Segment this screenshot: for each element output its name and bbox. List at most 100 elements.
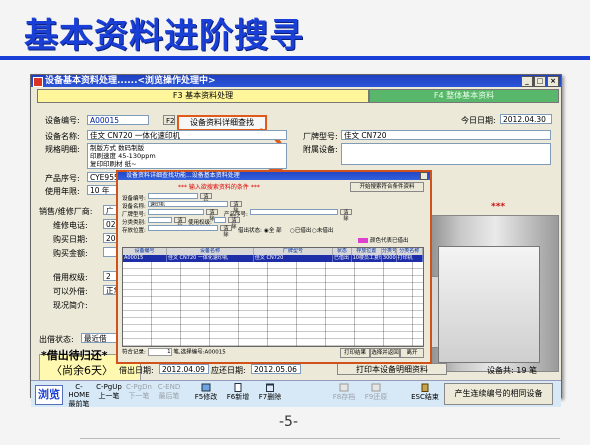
undo-icon bbox=[371, 383, 381, 392]
table-row[interactable]: A00015 佳文 CN720 一体化速印机 佳文 CN720 已借出 10楼员… bbox=[123, 255, 423, 262]
phone-field[interactable]: 020 bbox=[103, 219, 117, 229]
years-field[interactable]: 10 年 bbox=[87, 185, 117, 195]
clear-button[interactable]: 清除 bbox=[174, 217, 186, 230]
minimize-button[interactable]: _ bbox=[521, 76, 533, 87]
first-record-button[interactable]: C-HOME 最前笔 bbox=[65, 383, 93, 408]
toolbar-label: F8存档 bbox=[332, 393, 356, 401]
dialog-serial-input[interactable] bbox=[250, 209, 338, 215]
dialog-field-label: 设备编号: bbox=[122, 196, 146, 202]
bottom-toolbar: 浏览 C-HOME 最前笔 C-PgUp 上一笔 C-PgDn 下一笔 C-END 最后… bbox=[31, 380, 561, 408]
clear-button[interactable]: 清除 bbox=[228, 217, 240, 230]
esc-exit-button[interactable]: ESC结束 bbox=[409, 383, 441, 405]
maximize-button[interactable]: □ bbox=[534, 76, 546, 87]
toolbar-label: F6新增 bbox=[226, 393, 250, 401]
tab-overall-data[interactable]: F4 整体基本资料 bbox=[369, 89, 559, 103]
leave-button[interactable]: 离开 bbox=[400, 348, 424, 358]
photo-part bbox=[438, 246, 540, 363]
dialog-location-input[interactable] bbox=[148, 225, 218, 231]
clear-button[interactable]: 清除 bbox=[206, 209, 218, 222]
column-header[interactable]: 设备编号 bbox=[123, 248, 167, 255]
column-header[interactable]: 存放位置 bbox=[352, 248, 382, 255]
toolbar-key: C-END bbox=[157, 383, 181, 391]
borrow-level-field[interactable]: 2 bbox=[103, 271, 117, 281]
edit-icon bbox=[201, 383, 211, 392]
dialog-model-input[interactable] bbox=[148, 209, 204, 215]
toolbar-label: 最前笔 bbox=[68, 400, 90, 408]
select-return-button[interactable]: 选择并返回 bbox=[370, 348, 400, 358]
same-equipment-button[interactable]: 产生连续编号的相同设备 bbox=[444, 383, 553, 405]
clear-button[interactable]: 清除 bbox=[200, 193, 212, 206]
purchase-date-field[interactable]: 2012 bbox=[103, 233, 117, 243]
tab-basic-data[interactable]: F3 基本资料处理 bbox=[37, 89, 369, 103]
column-header[interactable]: 分类号 bbox=[382, 248, 397, 255]
legend-swatch bbox=[358, 238, 368, 243]
dialog-field-label: 厂牌型号: bbox=[122, 212, 146, 218]
lend-state-option-lent[interactable]: ○已借出 bbox=[290, 226, 311, 234]
f7-delete-button[interactable]: F7删除 bbox=[255, 383, 285, 405]
slide-page: 基本资料进阶搜寻 设备基本资料处理......<浏览操作处理中> _ □ × F… bbox=[0, 0, 590, 445]
toolbar-label: F5修改 bbox=[194, 393, 218, 401]
years-label: 使用年限: bbox=[45, 187, 80, 196]
dialog-title: 设备资料详细查找功能...设备基本资料处理 bbox=[126, 172, 240, 179]
dialog-equipment-no-input[interactable] bbox=[148, 193, 198, 199]
f6-add-button[interactable]: F6新增 bbox=[223, 383, 253, 405]
dialog-category-input[interactable] bbox=[148, 217, 172, 223]
print-result-button[interactable]: 打印结果 bbox=[340, 348, 370, 358]
page-number: -5- bbox=[279, 414, 299, 430]
print-detail-button[interactable]: 打印本设备明细资料 bbox=[337, 363, 447, 375]
accessory-field[interactable] bbox=[341, 143, 551, 165]
f5-edit-button[interactable]: F5修改 bbox=[191, 383, 221, 405]
equipment-no-field[interactable]: A00015 bbox=[87, 115, 149, 125]
column-header[interactable]: 状态 bbox=[333, 248, 352, 255]
option-label: 部 bbox=[276, 228, 282, 234]
purchase-date-label: 购买日期: bbox=[53, 235, 88, 244]
current-desc-label: 现况简介: bbox=[53, 301, 88, 310]
clear-button[interactable]: 清除 bbox=[340, 209, 352, 222]
table-cell: 打印机 bbox=[397, 255, 423, 262]
prev-record-button[interactable]: C-PgUp 上一笔 bbox=[95, 383, 123, 405]
f2-button[interactable]: F2 bbox=[163, 115, 175, 125]
lend-state-option-not-lent[interactable]: ○未借出 bbox=[312, 226, 333, 234]
toolbar-label: 最后笔 bbox=[158, 392, 180, 400]
clear-button[interactable]: 清除 bbox=[220, 225, 232, 238]
name-field[interactable]: 佳文 CN720 一体化速印机 bbox=[87, 130, 287, 140]
f8-save-button[interactable]: F8存档 bbox=[329, 383, 359, 405]
dialog-field-label: 设备名称: bbox=[122, 204, 146, 210]
results-grid: 设备编号 设备名称 厂牌型号 状态 存放位置 分类号 分类名称 A00015 佳… bbox=[122, 247, 424, 347]
dialog-level-input[interactable] bbox=[214, 217, 226, 223]
start-search-button[interactable]: 开始搜索符合条件资料 bbox=[350, 182, 424, 192]
close-button[interactable]: × bbox=[547, 76, 559, 87]
title-rule bbox=[0, 56, 590, 60]
spec-field[interactable]: 制版方式 数码制版 印刷速度 45-130ppm 复印印刷材 纸~ bbox=[87, 143, 287, 169]
toolbar-label: F9还原 bbox=[364, 393, 388, 401]
next-record-button[interactable]: C-PgDn 下一笔 bbox=[125, 383, 153, 405]
clear-button[interactable]: 清除 bbox=[230, 201, 242, 214]
footer-line bbox=[80, 438, 560, 439]
exit-door-icon bbox=[421, 383, 429, 392]
option-label: 全 bbox=[268, 228, 275, 234]
today-field: 2012.04.30 bbox=[500, 114, 552, 124]
detail-search-dialog: 设备资料详细查找功能...设备基本资料处理 *** 输入欲搜索资料的条件 ***… bbox=[116, 170, 432, 364]
spec-line: 复印印刷材 纸~ bbox=[90, 160, 137, 168]
spec-line: 印刷速度 45-130ppm bbox=[90, 152, 156, 160]
dialog-name-input[interactable]: 速印机 bbox=[148, 201, 228, 207]
column-header[interactable]: 厂牌型号 bbox=[254, 248, 334, 255]
column-header[interactable]: 分类名称 bbox=[397, 248, 423, 255]
accessory-label: 附属设备: bbox=[303, 145, 338, 154]
lendable-field[interactable]: 正常 bbox=[103, 285, 117, 295]
phone-label: 维修电话: bbox=[53, 221, 88, 230]
table-cell: 佳文 CN720 bbox=[254, 255, 333, 262]
model-field[interactable]: 佳文 CN720 bbox=[341, 130, 551, 140]
last-record-button[interactable]: C-END 最后笔 bbox=[155, 383, 183, 405]
delete-icon bbox=[266, 383, 274, 392]
f9-restore-button[interactable]: F9还原 bbox=[361, 383, 391, 405]
model-label: 厂牌型号: bbox=[303, 132, 338, 141]
grid-header: 设备编号 设备名称 厂牌型号 状态 存放位置 分类号 分类名称 bbox=[123, 248, 423, 255]
amount-field[interactable] bbox=[103, 247, 117, 257]
toolbar-label: 上一笔 bbox=[98, 392, 120, 400]
option-label: 未借出 bbox=[316, 228, 334, 234]
lend-state-option-all[interactable]: ◉全 部 bbox=[264, 226, 282, 234]
column-header[interactable]: 设备名称 bbox=[167, 248, 254, 255]
vendor-field[interactable]: 广 bbox=[103, 205, 117, 215]
dialog-close-button[interactable] bbox=[420, 172, 428, 180]
